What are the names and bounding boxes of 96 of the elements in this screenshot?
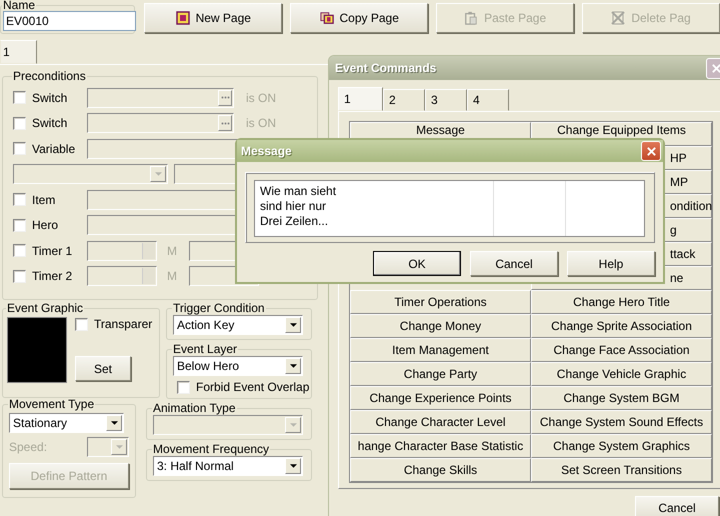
checkbox[interactable] xyxy=(13,193,26,206)
toolbar-button[interactable]: Copy Page xyxy=(290,3,428,33)
command-button[interactable]: Change Sprite Association xyxy=(531,314,712,338)
caret-icon xyxy=(154,172,162,176)
page-cross-icon xyxy=(611,11,626,25)
caret-icon xyxy=(110,421,118,425)
command-button[interactable]: Change Face Association xyxy=(531,338,712,362)
checkbox[interactable] xyxy=(75,318,88,330)
name-field[interactable]: EV0010 xyxy=(3,11,136,31)
text-line: Wie man sieht xyxy=(260,184,338,199)
command-button[interactable]: Change System BGM xyxy=(531,386,712,410)
dropdown[interactable]: Below Hero xyxy=(173,356,303,376)
browse-button[interactable] xyxy=(218,90,232,106)
caret-icon xyxy=(290,323,296,327)
checkbox[interactable] xyxy=(13,244,26,258)
dropdown[interactable] xyxy=(87,437,129,457)
clipboard-icon xyxy=(464,11,478,25)
dots-icon xyxy=(220,122,230,125)
command-button[interactable]: Change Hero Title xyxy=(531,290,712,314)
tab[interactable]: 3 xyxy=(425,89,467,111)
checkbox-label: Timer 2 xyxy=(32,269,74,284)
command-button[interactable]: Change Skills xyxy=(350,458,531,482)
name-label: Name xyxy=(2,0,36,11)
dialog-button[interactable]: OK xyxy=(373,251,461,276)
window-title: Event Commands xyxy=(335,61,436,75)
caret-icon xyxy=(290,464,296,468)
checkbox[interactable] xyxy=(177,380,190,394)
suffix-label: is ON xyxy=(246,116,276,130)
dropdown[interactable] xyxy=(153,415,303,435)
dropdown[interactable]: 3: Half Normal xyxy=(153,456,303,476)
dropdown[interactable] xyxy=(13,164,168,184)
command-button[interactable]: Item Management xyxy=(350,338,531,362)
text-line: sind hier nur xyxy=(260,199,328,214)
graphic-preview xyxy=(7,317,67,383)
dropdown[interactable]: Action Key xyxy=(173,315,303,335)
page-icon xyxy=(176,11,190,25)
text-area[interactable]: Wie man sieht sind hier nur Drei Zeilen... xyxy=(254,180,645,237)
command-button[interactable]: hange Character Base Statistic xyxy=(350,434,531,458)
caret-icon xyxy=(116,445,122,449)
command-button[interactable]: Change Party xyxy=(350,362,531,386)
checkbox[interactable] xyxy=(13,142,26,156)
command-button[interactable]: Set Screen Transitions xyxy=(531,458,712,482)
close-button[interactable] xyxy=(641,141,661,161)
toolbar-button[interactable]: New Page xyxy=(144,3,282,33)
group-label: Trigger Condition xyxy=(172,302,266,315)
checkbox-label: Forbid Event Overlap xyxy=(196,380,310,394)
checkbox-label: Switch xyxy=(32,116,68,130)
close-icon xyxy=(646,146,656,156)
dialog-button[interactable]: Cancel xyxy=(470,251,558,276)
checkbox-label: Switch xyxy=(32,90,68,105)
command-button[interactable]: Change Vehicle Graphic xyxy=(531,362,712,386)
dropdown[interactable]: Stationary xyxy=(9,413,124,433)
group-label: Movement Type xyxy=(8,398,96,411)
command-button[interactable]: Change Character Level xyxy=(350,410,531,434)
checkbox-label: Item xyxy=(32,192,56,207)
tab[interactable]: 2 xyxy=(383,89,425,111)
command-button[interactable]: Change System Sound Effects xyxy=(531,410,712,434)
command-button[interactable]: Timer Operations xyxy=(350,290,531,314)
command-button[interactable]: Change System Graphics xyxy=(531,434,712,458)
group-label: Animation Type xyxy=(152,402,236,415)
tab[interactable]: 1 xyxy=(338,87,383,111)
checkbox-label: Variable xyxy=(32,142,76,156)
window-title: Message xyxy=(241,144,292,158)
checkbox[interactable] xyxy=(13,270,26,283)
input-field[interactable] xyxy=(87,113,234,134)
cancel-button[interactable]: Cancel xyxy=(635,496,719,516)
spin-field[interactable] xyxy=(87,266,157,286)
caret-icon xyxy=(290,423,296,427)
text-line: Drei Zeilen... xyxy=(260,214,330,229)
unit-label: M xyxy=(167,269,177,284)
dialog-button[interactable]: Help xyxy=(567,251,655,276)
caret-icon xyxy=(290,364,296,368)
input-field[interactable] xyxy=(87,88,234,108)
checkbox[interactable] xyxy=(13,116,26,130)
dots-icon xyxy=(220,96,230,100)
group-label: Event Layer xyxy=(172,343,238,356)
page-tab[interactable]: 1 xyxy=(0,40,37,64)
checkbox-label: Transparer xyxy=(94,317,152,331)
command-button[interactable]: Change Experience Points xyxy=(350,386,531,410)
checkbox[interactable] xyxy=(13,91,26,104)
set-button[interactable]: Set xyxy=(75,356,131,381)
checkbox-label: Timer 1 xyxy=(32,244,74,258)
unit-label: M xyxy=(167,244,177,258)
command-button[interactable]: Change Money xyxy=(350,314,531,338)
speed-label: Speed: xyxy=(9,440,48,454)
pages-icon xyxy=(320,11,334,25)
tab[interactable]: 4 xyxy=(467,89,509,111)
group-label: Preconditions xyxy=(12,70,87,83)
group-label: Movement Frequency xyxy=(152,443,270,456)
checkbox-label: Hero xyxy=(32,218,60,232)
spin-field[interactable] xyxy=(87,240,157,261)
checkbox[interactable] xyxy=(13,218,26,232)
group-label: Event Graphic xyxy=(6,302,84,315)
close-icon xyxy=(711,62,720,74)
browse-button[interactable] xyxy=(218,115,232,132)
suffix-label: is ON xyxy=(246,90,276,105)
